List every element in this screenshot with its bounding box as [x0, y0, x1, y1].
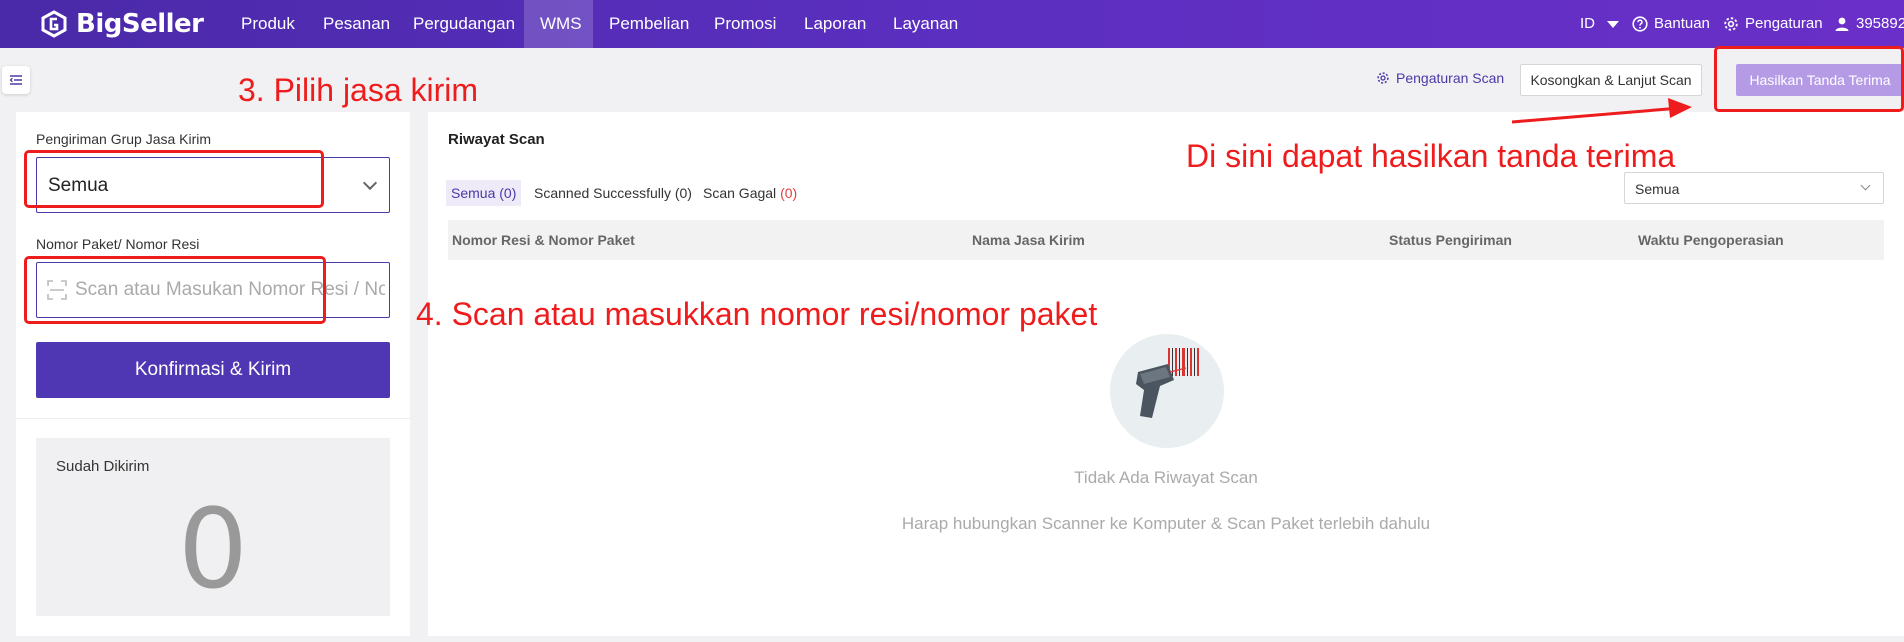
nav-item-layanan[interactable]: Layanan: [877, 0, 974, 48]
package-number-label: Nomor Paket/ Nomor Resi: [36, 236, 200, 252]
tab-failed-count: (0): [780, 185, 798, 201]
annotation-box-generate-receipt: [1714, 46, 1904, 112]
tab-failed-label: Scan Gagal: [703, 185, 777, 201]
annotation-arrow-icon: [1511, 98, 1692, 124]
chevron-down-icon: [1860, 180, 1871, 191]
settings-label: Pengaturan: [1745, 15, 1823, 32]
shipped-counter-card: Sudah Dikirim 0: [36, 438, 390, 616]
empty-state-title: Tidak Ada Riwayat Scan: [1074, 468, 1258, 487]
status-filter-value: Semua: [1635, 181, 1680, 197]
tab-scanned-successfully[interactable]: Scanned Successfully (0): [534, 180, 692, 206]
nav-item-pembelian[interactable]: Pembelian: [593, 0, 705, 48]
nav-item-laporan[interactable]: Laporan: [788, 0, 882, 48]
nav-item-wms[interactable]: WMS: [524, 0, 593, 48]
tab-success-count: (0): [674, 185, 692, 201]
sidebar-toggle-button[interactable]: [2, 66, 30, 94]
carrier-group-label: Pengiriman Grup Jasa Kirim: [36, 131, 212, 147]
help-label: Bantuan: [1654, 15, 1710, 32]
language-label: ID: [1580, 15, 1595, 32]
nav-item-produk[interactable]: Produk: [225, 0, 311, 48]
scan-settings-link[interactable]: Pengaturan Scan: [1376, 70, 1504, 86]
help-circle-icon: [1632, 16, 1648, 32]
gear-icon: [1724, 17, 1738, 31]
bigseller-logo[interactable]: BigSeller: [40, 9, 204, 39]
caret-down-icon: [1607, 20, 1619, 28]
logo-text: BigSeller: [76, 9, 204, 39]
tab-scan-failed[interactable]: Scan Gagal (0): [703, 180, 797, 206]
nav-item-pergudangan[interactable]: Pergudangan: [397, 0, 531, 48]
tab-all[interactable]: Semua (0): [446, 180, 522, 206]
column-header-operation-time: Waktu Pengoperasian: [1638, 232, 1784, 248]
nav-item-pesanan[interactable]: Pesanan: [307, 0, 406, 48]
scan-history-title: Riwayat Scan: [448, 131, 545, 148]
clear-and-continue-button[interactable]: Kosongkan & Lanjut Scan: [1520, 64, 1702, 96]
history-table-header: Nomor Resi & Nomor Paket Nama Jasa Kirim…: [448, 220, 1884, 260]
barcode-scanner-icon: [1110, 334, 1224, 448]
settings-link[interactable]: Pengaturan: [1723, 0, 1823, 48]
user-id: 395892...: [1856, 15, 1904, 32]
confirm-and-ship-button[interactable]: Konfirmasi & Kirim: [36, 342, 390, 398]
help-link[interactable]: Bantuan: [1632, 0, 1710, 48]
annotation-box-package-input: [24, 256, 326, 324]
shipped-count: 0: [178, 485, 248, 613]
annotation-box-carrier: [24, 150, 324, 208]
divider: [16, 418, 410, 419]
column-header-tracking-number: Nomor Resi & Nomor Paket: [452, 232, 635, 248]
tab-all-label: Semua: [451, 185, 496, 201]
gear-icon: [1377, 72, 1389, 84]
annotation-step-3: 3. Pilih jasa kirim: [238, 72, 479, 108]
chevron-down-icon: [362, 175, 378, 191]
language-switcher[interactable]: ID: [1580, 0, 1619, 48]
column-header-carrier-name: Nama Jasa Kirim: [972, 232, 1085, 248]
annotation-step-4: 4. Scan atau masukkan nomor resi/nomor p…: [416, 296, 1098, 332]
column-header-shipping-status: Status Pengiriman: [1389, 232, 1512, 248]
empty-state-subtitle: Harap hubungkan Scanner ke Komputer & Sc…: [901, 514, 1431, 533]
annotation-receipt-note: Di sini dapat hasilkan tanda terima: [1186, 138, 1676, 174]
tab-all-count: (0): [499, 185, 517, 201]
user-icon: [1835, 17, 1849, 31]
tab-success-label: Scanned Successfully: [534, 185, 671, 201]
scan-settings-label: Pengaturan Scan: [1396, 70, 1505, 86]
status-filter-select[interactable]: Semua: [1624, 172, 1884, 204]
bigseller-logo-icon: [41, 10, 67, 38]
shipped-label: Sudah Dikirim: [56, 458, 150, 475]
user-menu[interactable]: 395892...: [1834, 0, 1904, 48]
menu-collapse-icon: [9, 75, 22, 85]
nav-item-promosi[interactable]: Promosi: [698, 0, 792, 48]
top-nav-bar: BigSeller Produk Pesanan Pergudangan WMS…: [0, 0, 1904, 48]
